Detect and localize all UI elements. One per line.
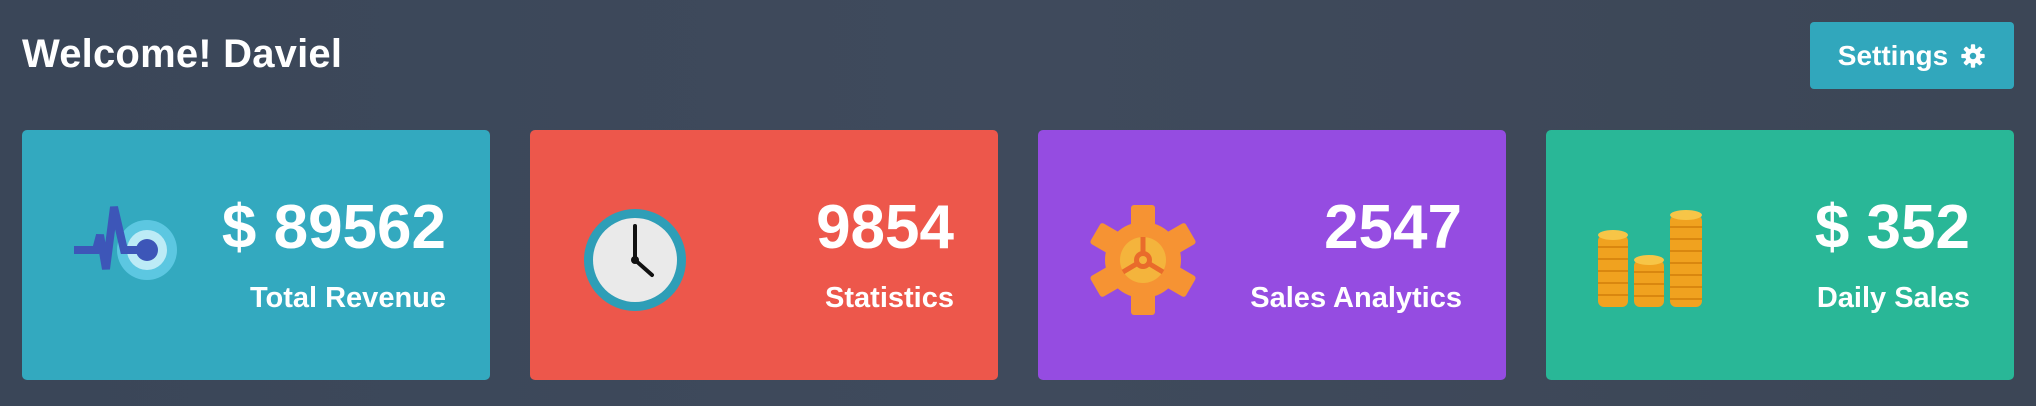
- card-total-revenue[interactable]: $ 89562 Total Revenue: [22, 130, 490, 380]
- card-daily-sales[interactable]: $ 352 Daily Sales: [1546, 130, 2014, 380]
- card-value: 9854: [816, 193, 954, 262]
- clock-icon: [580, 205, 690, 315]
- card-label: Total Revenue: [249, 282, 446, 314]
- card-sales-analytics[interactable]: 2547 Sales Analytics: [1038, 130, 1506, 380]
- card-statistics[interactable]: 9854 Statistics: [530, 130, 998, 380]
- settings-label: Settings: [1837, 39, 1949, 71]
- stats-cards: $ 89562 Total Revenue 9854 Statistics 25…: [22, 130, 2014, 380]
- dashboard-header: Welcome! Daviel Settings: [22, 22, 2014, 114]
- gear-icon: [1088, 205, 1198, 315]
- welcome-title: Welcome! Daviel: [22, 32, 343, 76]
- card-value: $ 352: [1814, 193, 1970, 262]
- pulse-target-icon: [72, 205, 182, 315]
- card-label: Sales Analytics: [1250, 282, 1462, 314]
- coin-stacks-icon: [1596, 205, 1706, 315]
- card-label: Statistics: [825, 282, 954, 314]
- card-value: 2547: [1324, 193, 1462, 262]
- gear-icon: [1960, 43, 1986, 69]
- card-label: Daily Sales: [1816, 282, 1970, 314]
- settings-button[interactable]: Settings: [1810, 22, 2014, 89]
- card-value: $ 89562: [221, 193, 446, 262]
